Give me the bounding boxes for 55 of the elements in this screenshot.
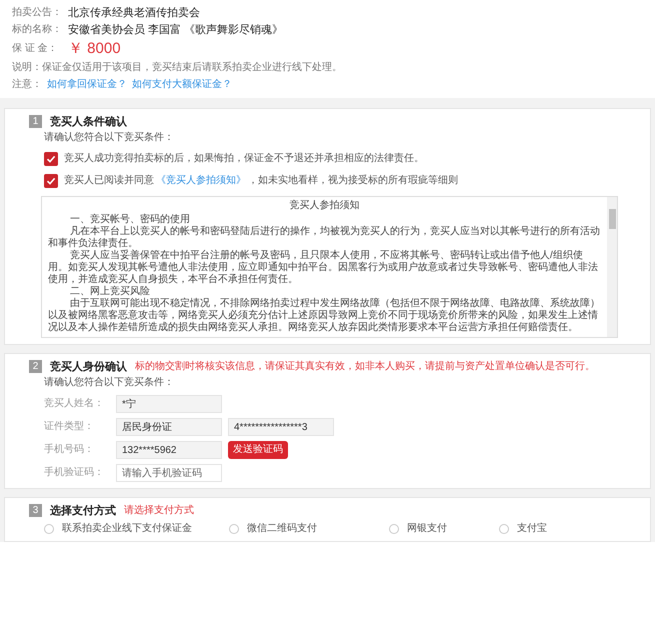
step-number: 2 <box>29 360 42 373</box>
option-label: 微信二维码支付 <box>247 523 317 535</box>
note-label: 说明： <box>12 61 42 75</box>
payment-option[interactable]: 微信二维码支付 <box>229 523 389 535</box>
note-label: 注意： <box>12 78 42 92</box>
notice-paragraph: 竞买人应当妥善保管在中拍平台注册的帐号及密码，且只限本人使用，不应将其帐号、密码转让或出借予他人/组织使用。如竞买人发现其帐号遭他人非法使用，应立即通知中拍平台。因黑客行为或用户故意或者过失导致帐号、密码遭他人非法使用，并造成竞买人自身损失，本平台不承担任何责任。 <box>48 250 599 286</box>
condition-text: 竞买人成功竞得拍卖标的后，如果悔拍，保证金不予退还并承担相应的法律责任。 <box>64 153 424 165</box>
checkmark-icon <box>46 154 56 164</box>
input-field[interactable]: 居民身份证 <box>116 418 222 436</box>
section-subtitle: 请确认您符合以下竞买条件： <box>44 132 175 144</box>
input-field[interactable]: 请输入手机验证码 <box>116 464 222 482</box>
section-warning: 标的物交割时将核实该信息，请保证其真实有效，如非本人购买，请提前与资产处置单位确认是否可行。 <box>135 360 595 372</box>
notice-heading: 二、网上竞买风险 <box>69 286 151 298</box>
field-value: 安徽省美协会员 李国富 《歌声舞影尽销魂》 <box>68 23 284 37</box>
field-value: 北京传承经典老酒传拍卖会 <box>68 6 200 20</box>
notice-heading: 一、竞买帐号、密码的使用 <box>69 214 191 226</box>
step-number: 1 <box>29 115 42 128</box>
notice-paragraph: 凡在本平台上以竞买人的帐号和密码登陆后进行的操作，均被视为竞买人的行为，竞买人应当对以其帐号进行的所有活动和事件负法律责任。 <box>48 226 601 250</box>
option-label: 网银支付 <box>407 523 447 535</box>
field-label: 竞买人姓名： <box>44 398 105 410</box>
input-field[interactable]: 4****************3 <box>228 418 334 436</box>
field-label: 拍卖公告： <box>12 6 63 20</box>
radio-button[interactable] <box>229 524 239 534</box>
field-label: 证件类型： <box>44 421 95 433</box>
deposit-amount: ￥ 8000 <box>68 40 121 57</box>
payment-option[interactable]: 支付宝 <box>499 523 626 535</box>
help-link[interactable]: 如何支付大额保证金？ <box>132 78 232 92</box>
radio-button[interactable] <box>389 524 399 534</box>
radio-button[interactable] <box>44 524 54 534</box>
section-subtitle: 请确认您符合以下竞买条件： <box>44 377 175 389</box>
field-label: 手机号码： <box>44 444 95 456</box>
notice-paragraph: 由于互联网可能出现不稳定情况，不排除网络拍卖过程中发生网络故障（包括但不限于网络故障、电路故障、系统故障）以及被网络黑客恶意攻击等，网络竞买人必须充分估计上述原因导致网上竞价不同于现场竞价所带来的风险，如果发生上述情况以及本人操作差错所造成的损失由网络竞买人承担。网络竞买人放弃因此类情形要求本平台运营方承担任何赔偿责任。 <box>48 298 601 334</box>
field-label: 保 证 金： <box>12 42 59 56</box>
notice-title: 竞买人参拍须知 <box>288 200 360 212</box>
option-label: 支付宝 <box>517 523 547 535</box>
checkbox[interactable] <box>44 152 58 166</box>
payment-option[interactable]: 联系拍卖企业线下支付保证金 <box>44 523 229 535</box>
option-label: 联系拍卖企业线下支付保证金 <box>62 523 192 535</box>
scrollbar[interactable] <box>607 197 617 337</box>
note-text: 保证金仅适用于该项目，竞买结束后请联系拍卖企业进行线下处理。 <box>42 61 342 75</box>
send-code-button[interactable]: 发送验证码 <box>228 441 288 459</box>
checkbox[interactable] <box>44 174 58 188</box>
input-field[interactable]: 132****5962 <box>116 441 222 459</box>
field-label: 手机验证码： <box>44 467 105 479</box>
checkmark-icon <box>46 176 56 186</box>
condition-text: 竞买人已阅读并同意 《竞买人参拍须知》 ，如未实地看样，视为接受标的所有瑕疵等细则 <box>64 175 458 187</box>
section-title: 竞买人条件确认 <box>50 116 127 128</box>
section-title: 选择支付方式 <box>50 504 116 516</box>
section-warning: 请选择支付方式 <box>124 504 194 516</box>
section-title: 竞买人身份确认 <box>50 360 127 372</box>
step-number: 3 <box>29 504 42 517</box>
field-label: 标的名称： <box>12 23 63 37</box>
radio-button[interactable] <box>499 524 509 534</box>
payment-option[interactable]: 网银支付 <box>389 523 499 535</box>
input-field[interactable]: *宁 <box>116 395 222 413</box>
